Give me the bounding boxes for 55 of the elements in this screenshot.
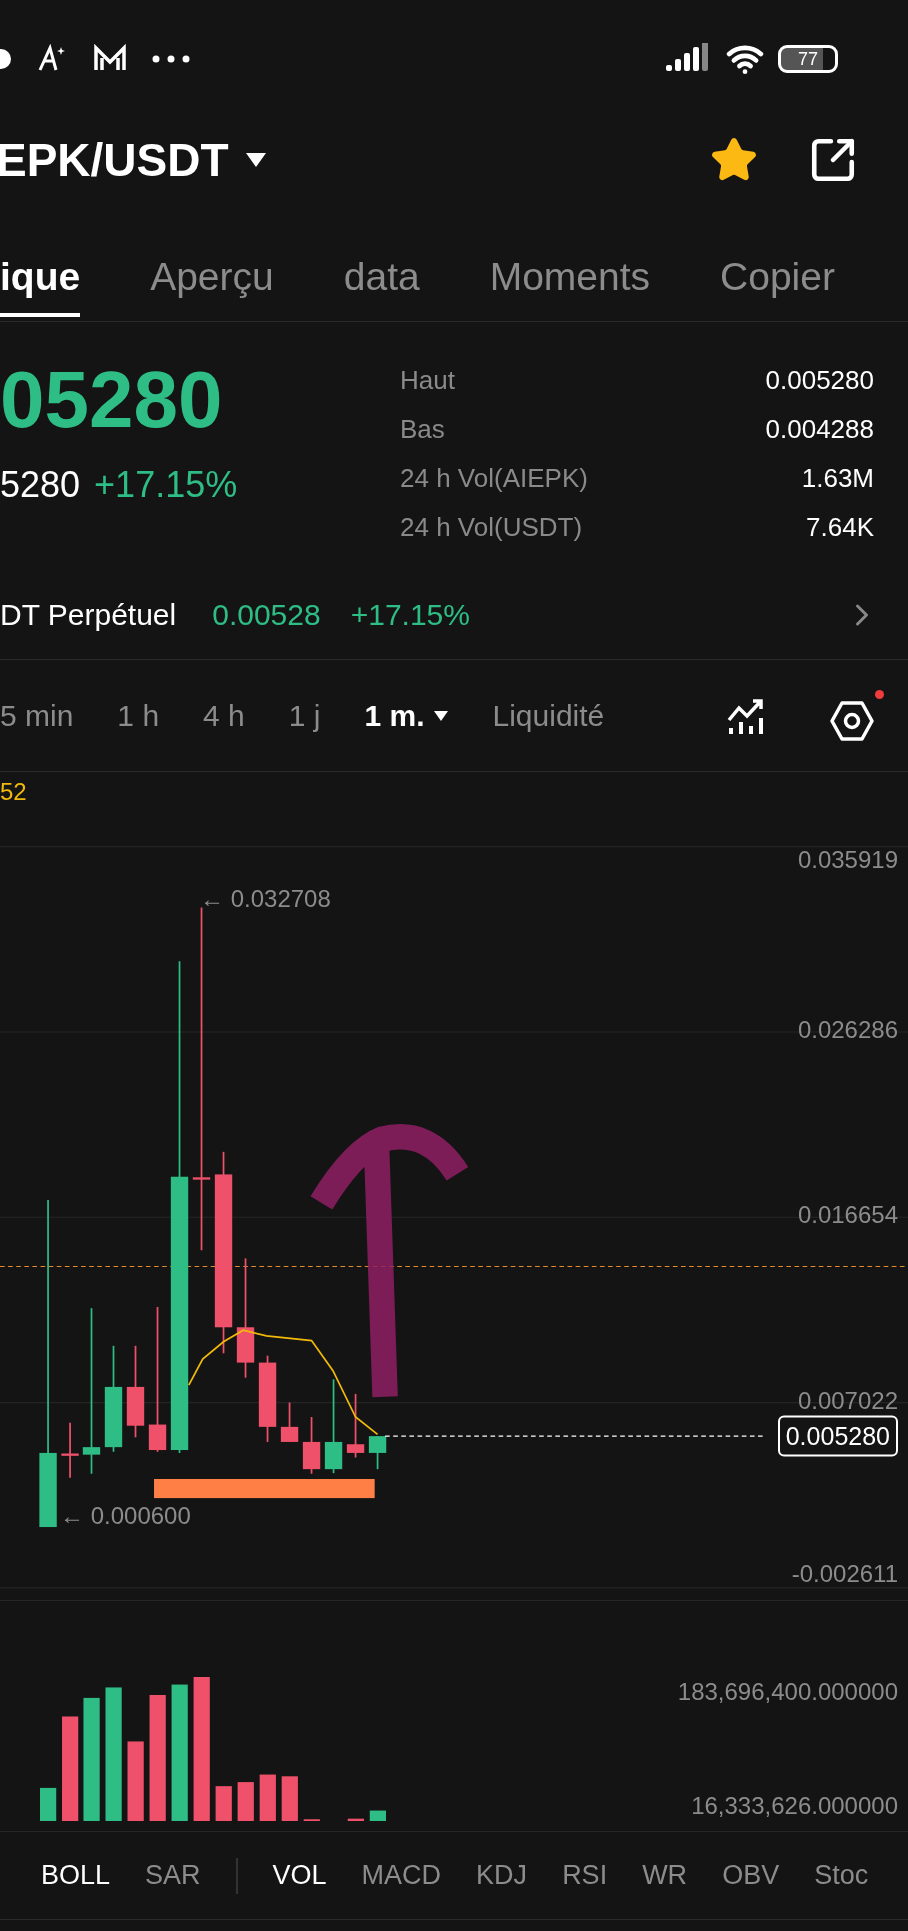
stat-value: 0.004288 xyxy=(765,414,874,445)
indicator-value: 52 xyxy=(0,778,27,806)
candlestick xyxy=(280,1401,299,1443)
stat-value: 0.005280 xyxy=(765,365,874,396)
indicator-tab[interactable]: OBV xyxy=(722,1860,780,1891)
indicator-tab[interactable]: VOL xyxy=(272,1860,327,1891)
current-price-tag: 0.005280 xyxy=(777,1415,898,1457)
indicator-tab[interactable]: KDJ xyxy=(476,1860,528,1891)
converted-price: 5280 xyxy=(0,464,81,506)
candlestick xyxy=(346,1393,365,1459)
stat-label: Bas xyxy=(400,414,445,445)
caret-icon xyxy=(244,152,267,168)
status-icon xyxy=(0,48,12,70)
timeframe-tab[interactable]: 1 m. xyxy=(364,698,449,733)
perpetual-change: +17.15% xyxy=(350,597,470,632)
timeframe-tab[interactable]: 5 min xyxy=(0,698,74,733)
timeframe-tab[interactable]: 1 j xyxy=(288,698,321,733)
tab[interactable]: ique xyxy=(0,240,81,317)
stat-label: Haut xyxy=(400,365,455,396)
indicator-tab[interactable]: Stoc xyxy=(814,1860,869,1891)
stat-label: 24 h Vol(AIEPK) xyxy=(400,463,588,494)
price-change: +17.15% xyxy=(94,464,238,506)
price-axis-label: 0.026286 xyxy=(797,1016,898,1044)
stat-label: 24 h Vol(USDT) xyxy=(400,512,583,543)
tab[interactable]: Copier xyxy=(720,240,835,317)
volume-axis-label: 183,696,400.000000 xyxy=(677,1678,898,1706)
indicator-tab[interactable]: RSI xyxy=(562,1860,608,1891)
indicator-tab[interactable]: SAR xyxy=(145,1860,201,1891)
candlestick xyxy=(61,1421,79,1479)
indicator-tab[interactable]: WR xyxy=(642,1860,688,1891)
tab[interactable]: data xyxy=(343,240,420,317)
perpetual-name: DT Perpétuel xyxy=(0,597,177,632)
volume-axis-label: 16,333,626.000000 xyxy=(691,1792,898,1820)
tab[interactable]: Aperçu xyxy=(150,240,274,317)
stat-value: 1.63M xyxy=(801,463,874,494)
more-icon xyxy=(152,55,190,63)
price-axis-label: -0.002611 xyxy=(791,1560,898,1588)
price-axis-label: 0.016654 xyxy=(797,1201,898,1229)
timeframe-tab[interactable]: 1 h xyxy=(117,698,160,733)
candlestick xyxy=(368,1435,387,1470)
high-marker: ← 0.032708 xyxy=(200,885,331,913)
price-axis-label: 0.035919 xyxy=(797,846,898,874)
indicator-tab[interactable]: BOLL xyxy=(41,1860,111,1891)
settings-icon[interactable] xyxy=(830,689,884,742)
perpetual-price: 0.00528 xyxy=(212,597,321,632)
indicator-tab[interactable]: MACD xyxy=(361,1860,442,1891)
last-price: 05280 xyxy=(0,356,224,444)
price-axis-label: 0.007022 xyxy=(797,1387,898,1415)
battery-icon: 77 xyxy=(778,45,838,73)
stat-value: 7.64K xyxy=(806,512,874,543)
low-marker: ← 0.000600 xyxy=(60,1502,191,1530)
timeframe-tab[interactable]: 4 h xyxy=(203,698,245,733)
candlestick xyxy=(302,1416,321,1475)
tab[interactable]: Moments xyxy=(489,240,651,317)
timeframe-tab[interactable]: Liquidité xyxy=(492,698,605,733)
